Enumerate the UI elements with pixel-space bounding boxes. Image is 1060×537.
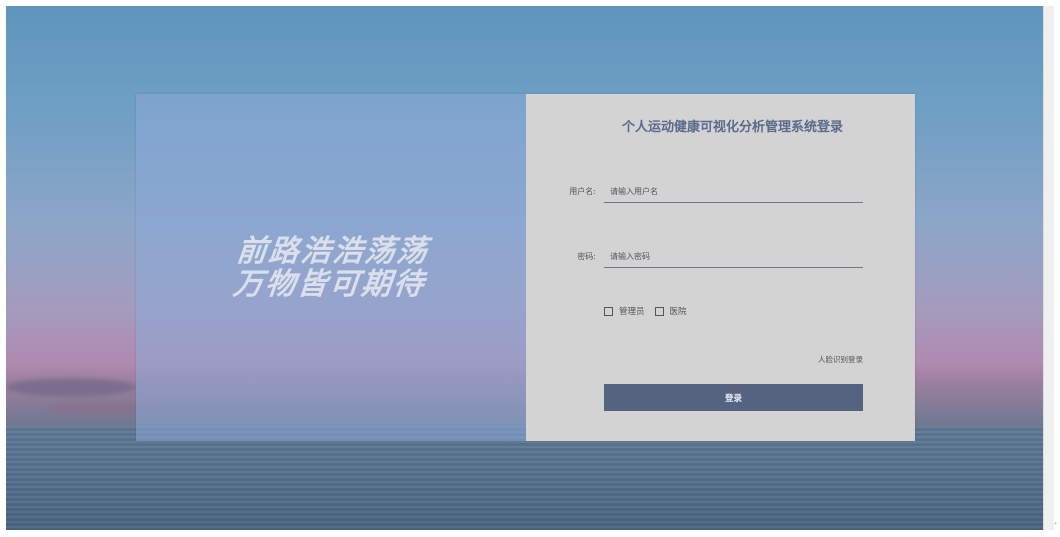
cloud-decoration [6,378,136,396]
slogan-panel: 前路浩浩荡荡 万物皆可期待 [136,94,526,441]
username-input[interactable] [604,181,863,203]
login-card: 前路浩浩荡荡 万物皆可期待 个人运动健康可视化分析管理系统登录 用户名: 密码:… [136,94,915,441]
slogan-line-1: 前路浩浩荡荡 [234,233,431,269]
hospital-checkbox[interactable] [654,306,664,316]
password-field: 密码: [550,246,863,270]
hospital-checkbox-label: 医院 [669,307,687,317]
form-title: 个人运动健康可视化分析管理系统登录 [621,120,843,135]
role-option-admin[interactable]: 管理员 [604,305,645,317]
role-options: 管理员 医院 [604,305,697,317]
login-button[interactable]: 登录 [604,384,863,411]
admin-checkbox-label: 管理员 [619,307,645,317]
sea-background [6,426,1044,530]
password-input[interactable] [604,246,863,268]
slogan-line-2: 万物皆可期待 [231,266,428,302]
role-option-hospital[interactable]: 医院 [654,305,687,317]
login-form: 个人运动健康可视化分析管理系统登录 用户名: 密码: 管理员 医院 人脸 [526,94,915,441]
background-scene: 前路浩浩荡荡 万物皆可期待 个人运动健康可视化分析管理系统登录 用户名: 密码:… [6,6,1044,530]
admin-checkbox[interactable] [604,306,613,316]
username-label: 用户名: [569,187,596,196]
vertical-scrollbar[interactable] [1043,6,1054,530]
slogan-text: 前路浩浩荡荡 万物皆可期待 [231,233,431,302]
resize-handle-icon[interactable]: ⁺ [1054,520,1058,529]
password-label: 密码: [577,252,596,261]
username-field: 用户名: [550,181,863,205]
face-login-link[interactable]: 人脸识别登录 [818,354,863,365]
